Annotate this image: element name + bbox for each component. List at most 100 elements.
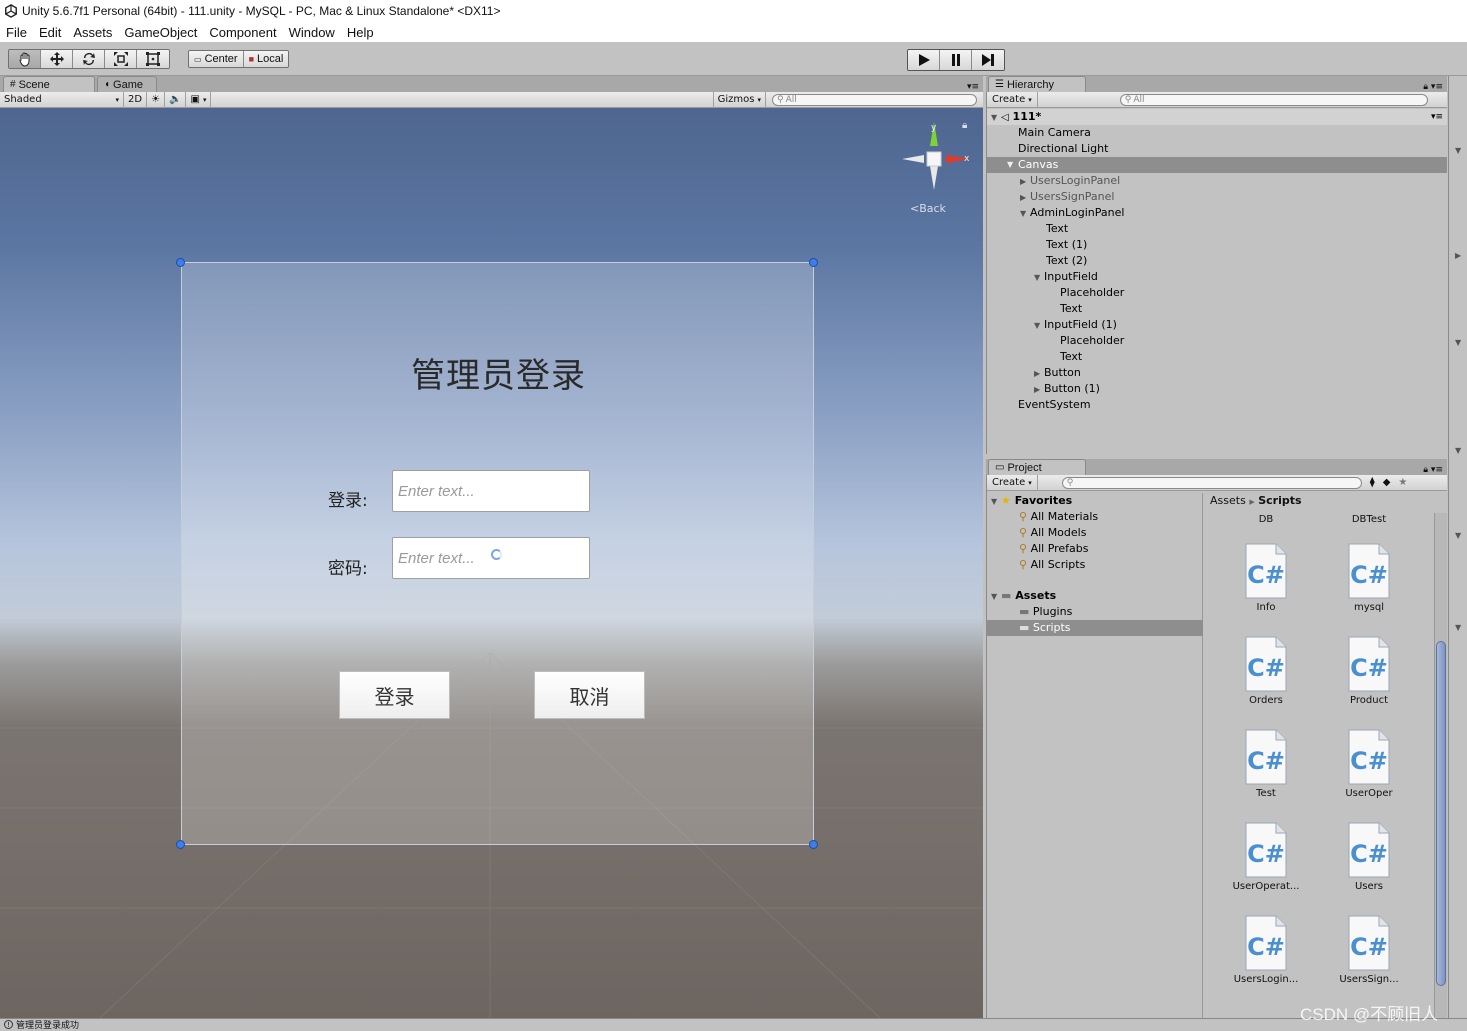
tree-item[interactable]: Text (1060, 301, 1082, 317)
hierarchy-create-button[interactable]: Create ▾ (987, 91, 1038, 108)
project-search-input[interactable]: ⚲ (1061, 476, 1362, 489)
project-menu-icon[interactable]: 🔒︎ ▾≡ (1423, 465, 1443, 475)
scene-search-input[interactable]: ⚲ All (772, 93, 977, 106)
gizmos-dropdown[interactable]: Gizmos ▾ (712, 91, 766, 108)
project-create-button[interactable]: Create ▾ (987, 474, 1038, 491)
collapse-arrow-icon[interactable]: ▼ (1455, 338, 1461, 347)
tree-item[interactable]: Text (1) (1046, 237, 1087, 253)
admin-login-panel[interactable]: 管理员登录 登录: Enter text... 密码: Enter text..… (181, 262, 814, 845)
tree-item-selected[interactable]: ▼ Canvas (987, 157, 1447, 173)
rect-tool-button[interactable] (137, 50, 169, 68)
hierarchy-search-input[interactable]: ⚲ All (1119, 93, 1428, 106)
scene-orientation-gizmo[interactable]: y x <Back (900, 120, 980, 220)
favorite-item[interactable]: ⚲ All Scripts (1019, 557, 1085, 573)
favorites-row[interactable]: ▼ ★ Favorites (991, 493, 1072, 509)
rect-handle-top-left[interactable] (176, 258, 185, 267)
shading-dropdown[interactable]: Shaded ▾ (0, 91, 124, 108)
assets-row[interactable]: ▼ ▬ Assets (991, 588, 1056, 604)
folder-item[interactable]: ▬ Plugins (1019, 604, 1072, 620)
star-icon[interactable]: ★ (1398, 477, 1407, 488)
script-file[interactable]: C# Orders (1216, 636, 1316, 706)
tree-item[interactable]: Main Camera (1018, 125, 1091, 141)
hierarchy-menu-icon[interactable]: 🔒︎ ▾≡ (1423, 82, 1443, 92)
panel-menu-icon[interactable]: ▾≡ (967, 82, 979, 92)
expand-arrow-icon[interactable]: ▶ (1455, 251, 1461, 260)
favorite-item[interactable]: ⚲ All Models (1019, 525, 1086, 541)
lighting-toggle[interactable]: ☀ (147, 91, 166, 108)
rect-handle-bottom-left[interactable] (176, 840, 185, 849)
cancel-button[interactable]: 取消 (534, 671, 645, 719)
script-file[interactable]: C# Users (1319, 822, 1419, 892)
tree-item[interactable]: ▶ Button (1) (1034, 381, 1100, 397)
tree-item[interactable]: ▼ InputField (1034, 269, 1098, 285)
script-file[interactable]: C# Info (1216, 543, 1316, 613)
tree-item[interactable]: Text (1046, 221, 1068, 237)
hand-tool-button[interactable] (9, 50, 41, 68)
tree-item[interactable]: Placeholder (1060, 285, 1124, 301)
menu-file[interactable]: File (0, 25, 33, 40)
password-input[interactable]: Enter text... (392, 537, 590, 579)
tab-game[interactable]: ◖ Game (97, 76, 157, 92)
tree-item[interactable]: ▼ AdminLoginPanel (1020, 205, 1124, 221)
tree-item[interactable]: Placeholder (1060, 333, 1124, 349)
menu-gameobject[interactable]: GameObject (118, 25, 203, 40)
scrollbar-thumb[interactable] (1436, 641, 1446, 986)
scene-root-row[interactable]: ▼ ◁ 111* ▾≡ (987, 109, 1447, 125)
local-pivot-button[interactable]: ■ Local (243, 51, 289, 67)
script-file[interactable]: C# Product (1319, 636, 1419, 706)
2d-toggle[interactable]: 2D (124, 91, 148, 108)
effects-toggle[interactable]: ▣ ▾ (186, 91, 212, 108)
scene-menu-icon[interactable]: ▾≡ (1431, 109, 1443, 125)
login-input[interactable]: Enter text... (392, 470, 590, 512)
tab-project[interactable]: ▭ Project (988, 459, 1086, 475)
tree-item[interactable]: Text (1060, 349, 1082, 365)
breadcrumb-root[interactable]: Assets (1210, 494, 1246, 507)
audio-toggle[interactable]: 🔈 (165, 91, 187, 108)
play-button[interactable] (908, 50, 940, 70)
rotate-tool-button[interactable] (73, 50, 105, 68)
filter-by-type-icon[interactable]: ⧫ (1370, 477, 1375, 488)
script-file[interactable]: C# UsersSign... (1319, 915, 1419, 985)
collapse-arrow-icon[interactable]: ▼ (1455, 623, 1461, 632)
collapse-arrow-icon[interactable]: ▼ (1455, 146, 1461, 155)
tree-item[interactable]: ▶ UsersSignPanel (1020, 189, 1114, 205)
script-file[interactable]: C# Test (1216, 729, 1316, 799)
menu-help[interactable]: Help (341, 25, 380, 40)
menu-assets[interactable]: Assets (67, 25, 118, 40)
step-button[interactable] (972, 50, 1004, 70)
tree-item[interactable]: Text (2) (1046, 253, 1087, 269)
tab-scene[interactable]: # Scene (3, 76, 95, 92)
lock-icon[interactable]: 🔒︎ (962, 120, 967, 131)
center-pivot-button[interactable]: ▭ Center (189, 51, 244, 67)
folder-item-selected[interactable]: ▬ Scripts (987, 620, 1203, 636)
menu-window[interactable]: Window (283, 25, 341, 40)
script-file[interactable]: C# mysql (1319, 543, 1419, 613)
script-file[interactable]: C# UsersLogin... (1216, 915, 1316, 985)
tree-item[interactable]: ▶ UsersLoginPanel (1020, 173, 1120, 189)
tree-item[interactable]: ▼ InputField (1) (1034, 317, 1117, 333)
favorite-item[interactable]: ⚲ All Prefabs (1019, 541, 1089, 557)
tree-item[interactable]: ▶ Button (1034, 365, 1081, 381)
script-file[interactable]: C# UserOper (1319, 729, 1419, 799)
collapse-arrow-icon[interactable]: ▼ (1455, 446, 1461, 455)
filter-by-label-icon[interactable]: ◆ (1383, 477, 1391, 488)
favorite-item[interactable]: ⚲ All Materials (1019, 509, 1098, 525)
tab-hierarchy[interactable]: ☰ Hierarchy (988, 76, 1086, 92)
menu-edit[interactable]: Edit (33, 25, 67, 40)
tree-item[interactable]: EventSystem (1018, 397, 1091, 413)
status-bar[interactable]: ! 管理员登录成功 (0, 1018, 1467, 1031)
rect-handle-top-right[interactable] (809, 258, 818, 267)
pause-button[interactable] (940, 50, 972, 70)
grid-header-label[interactable]: DBTest (1319, 514, 1419, 525)
menu-component[interactable]: Component (203, 25, 282, 40)
scale-tool-button[interactable] (105, 50, 137, 68)
login-button[interactable]: 登录 (339, 671, 450, 719)
move-tool-button[interactable] (41, 50, 73, 68)
tree-item[interactable]: Directional Light (1018, 141, 1108, 157)
script-file[interactable]: C# UserOperat... (1216, 822, 1316, 892)
grid-header-label[interactable]: DB (1216, 514, 1316, 525)
collapse-arrow-icon[interactable]: ▼ (1455, 531, 1461, 540)
rect-handle-bottom-right[interactable] (809, 840, 818, 849)
scene-viewport[interactable]: y x <Back 🔒︎ 管理员登录 登录: Enter text... 密码:… (0, 108, 983, 1018)
project-scrollbar[interactable] (1434, 513, 1447, 1018)
